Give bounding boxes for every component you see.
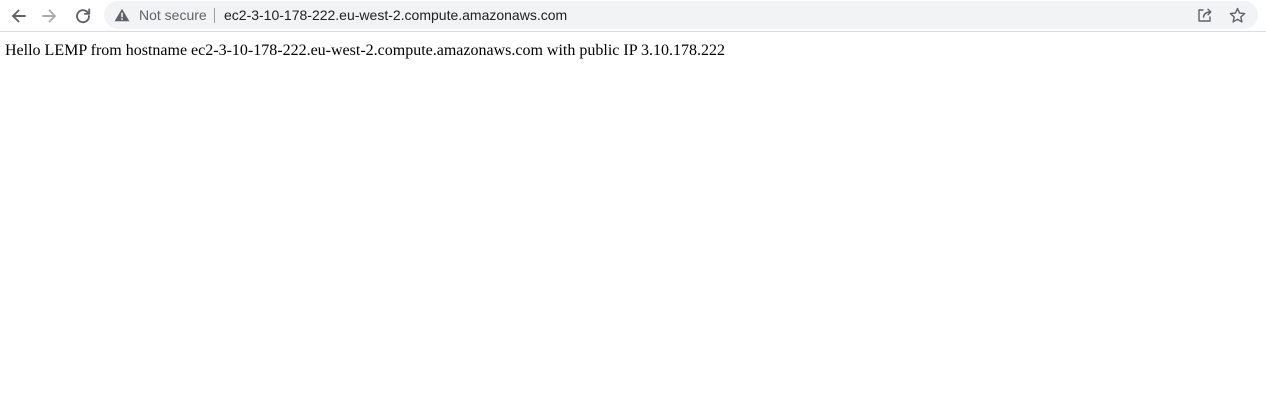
arrow-left-icon (12, 9, 26, 23)
reload-icon (76, 8, 91, 24)
forward-button[interactable] (36, 2, 64, 30)
browser-toolbar: Not secure ec2-3-10-178-222.eu-west-2.co… (0, 0, 1266, 32)
share-button[interactable] (1196, 6, 1214, 24)
back-button[interactable] (4, 2, 32, 30)
address-bar[interactable]: Not secure ec2-3-10-178-222.eu-west-2.co… (104, 1, 1258, 29)
omnibox-divider (214, 8, 215, 23)
page-body-text: Hello LEMP from hostname ec2-3-10-178-22… (5, 42, 725, 59)
bookmark-button[interactable] (1228, 6, 1246, 24)
star-icon (1229, 7, 1245, 23)
url-text[interactable]: ec2-3-10-178-222.eu-west-2.compute.amazo… (224, 7, 567, 23)
warning-triangle-icon[interactable] (114, 8, 130, 22)
reload-button[interactable] (69, 2, 97, 30)
security-status-label[interactable]: Not secure (139, 7, 207, 23)
share-icon (1198, 8, 1212, 22)
arrow-right-icon (42, 9, 56, 23)
